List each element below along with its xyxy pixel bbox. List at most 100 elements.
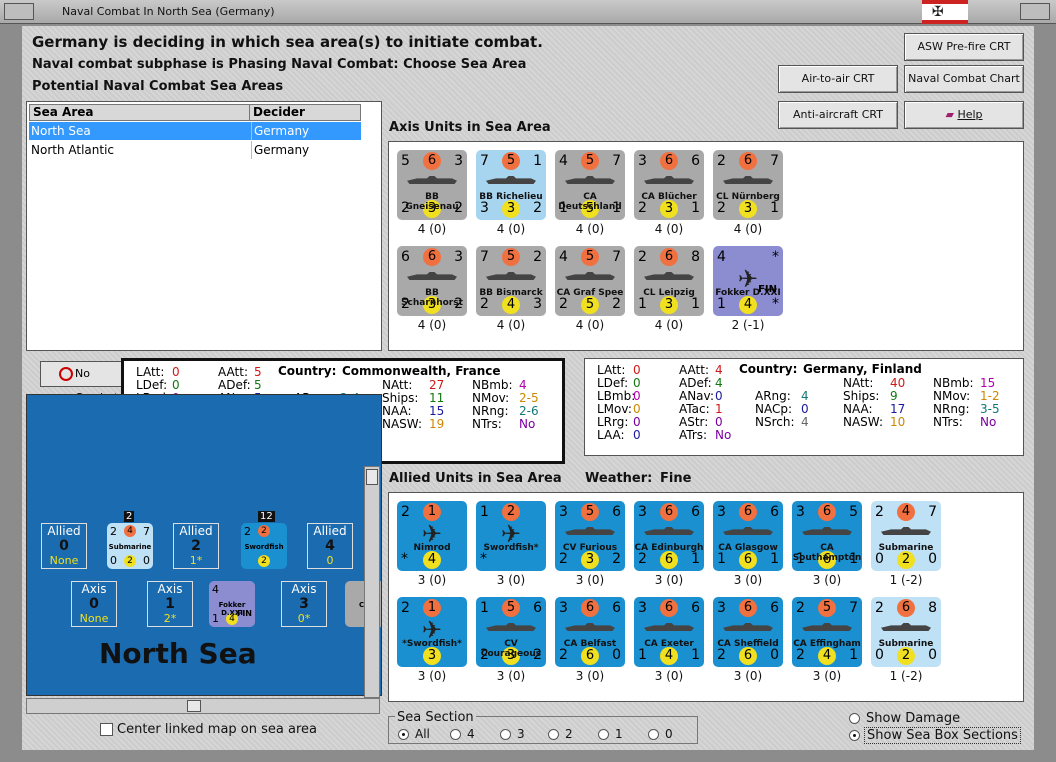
- map-vertical-scrollbar[interactable]: [364, 466, 380, 698]
- move-value: 2: [533, 200, 542, 216]
- sea-box-side: Allied: [47, 524, 81, 538]
- unit-counter[interactable]: 2 7 2 1 5 4 CA Effingham: [792, 597, 862, 667]
- stat-value-nrng: 2-6: [519, 404, 539, 418]
- sea-section-radio-1[interactable]: [598, 729, 609, 740]
- help-button[interactable]: ▰ Help: [904, 101, 1024, 129]
- close-button[interactable]: [1020, 3, 1050, 20]
- show-sections-radio[interactable]: [849, 730, 860, 741]
- map-unit-counter[interactable]: 2 2 2 Swordfish 12: [241, 511, 287, 569]
- unit-counter[interactable]: 2 1 3 ✈ *Swordfish*: [397, 597, 467, 667]
- unit-counter[interactable]: 2 8 1 1 6 3 CL Leipzig: [634, 246, 704, 316]
- unit-name: CV Courageous: [480, 639, 542, 659]
- sea-box[interactable]: Axis 1 2*: [147, 581, 193, 627]
- unit-nation-tag: FIN: [758, 284, 777, 295]
- unit-name: Swordfish: [244, 543, 284, 551]
- move-value: 1: [770, 551, 779, 567]
- stat-value-ntrs: No: [519, 417, 536, 431]
- attack-value: 6: [401, 249, 410, 265]
- stat-label-natt: NAtt:: [843, 376, 874, 390]
- sea-section-radio-4[interactable]: [450, 729, 461, 740]
- surface-factor-badge: 6: [739, 599, 757, 617]
- unit-counter[interactable]: 2 7 0 0 4 2 Submarine: [871, 501, 941, 571]
- unit-counter[interactable]: 3 5 1 1 6 6 CA Southampton: [792, 501, 862, 571]
- unit-counter[interactable]: 3 6 2 0 6 6 CA Sheffield: [713, 597, 783, 667]
- scroll-thumb[interactable]: [187, 700, 201, 712]
- center-map-checkbox[interactable]: [100, 723, 113, 736]
- unit-strength-caption: 4 (0): [575, 318, 605, 332]
- anti-aircraft-crt-button[interactable]: Anti-aircraft CRT: [778, 101, 898, 129]
- sea-box-side: Allied: [313, 524, 347, 538]
- column-header-sea-area[interactable]: Sea Area: [29, 104, 251, 121]
- defense-value: 2: [717, 647, 726, 663]
- sea-section-radio-0[interactable]: [648, 729, 659, 740]
- sea-box-count: 0: [59, 538, 69, 554]
- sea-section-radio-2[interactable]: [548, 729, 559, 740]
- unit-strength-caption: 3 (0): [417, 669, 447, 683]
- country-value: Commonwealth, France: [342, 364, 501, 378]
- unit-counter[interactable]: 3 6 2 1 6 6 CA Edinburgh: [634, 501, 704, 571]
- table-row[interactable]: North Atlantic Germany: [29, 141, 361, 159]
- axis-stats-panel: LAtt: 0 LDef: 0 LBmb: 0 LMov: 0 LRrg: 0 LAA: 0 AAtt:…: [584, 358, 1024, 456]
- unit-strength-caption: 3 (0): [812, 573, 842, 587]
- air-to-air-crt-button[interactable]: Air-to-air CRT: [778, 65, 898, 93]
- aa-factor-badge: 3: [739, 200, 757, 218]
- menu-button[interactable]: [4, 3, 34, 20]
- sea-box[interactable]: Allied 4 0: [307, 523, 353, 569]
- sea-box-count: 0: [89, 596, 99, 612]
- map-unit-counter[interactable]: 4 1 4 Fokker D.XXI FIN: [209, 581, 255, 627]
- show-damage-radio[interactable]: [849, 713, 860, 724]
- stat-label-astr: AStr:: [679, 415, 709, 429]
- unit-name: Submarine: [878, 639, 934, 649]
- unit-strength-caption: 3 (0): [496, 573, 526, 587]
- unit-counter[interactable]: 1 6 2 2 5 3 CV Courageous: [476, 597, 546, 667]
- sea-area-map[interactable]: North Sea Allied 0 None Allied 2 1* Allied 4 0 Ax…: [26, 394, 382, 696]
- asw-prefire-crt-button[interactable]: ASW Pre-fire CRT: [904, 33, 1024, 61]
- naval-combat-chart-button[interactable]: Naval Combat Chart: [904, 65, 1024, 93]
- stat-label-atrs: ATrs:: [679, 428, 708, 442]
- column-header-decider[interactable]: Decider: [249, 104, 361, 121]
- unit-counter[interactable]: 3 6 2 0 6 6 CA Belfast: [555, 597, 625, 667]
- unit-counter[interactable]: 2 7 2 1 6 3 CL Nürnberg: [713, 150, 783, 220]
- defense-value: 1: [717, 551, 726, 567]
- sea-box[interactable]: Axis 0 None: [71, 581, 117, 627]
- table-row[interactable]: North Sea Germany: [29, 122, 361, 140]
- unit-counter[interactable]: 3 6 2 2 5 3 CV Furious: [555, 501, 625, 571]
- germany-flag-icon: ✠: [922, 0, 968, 24]
- stat-value-ships: 11: [429, 391, 445, 405]
- unit-counter[interactable]: 6 3 2 2 6 3 BB Scharnhorst: [397, 246, 467, 316]
- stat-value-nbmb: 4: [519, 378, 527, 392]
- unit-strength-caption: 3 (0): [496, 669, 526, 683]
- unit-counter[interactable]: 2 8 0 0 6 2 Submarine: [871, 597, 941, 667]
- unit-counter[interactable]: 7 2 2 3 5 4 BB Bismarck: [476, 246, 546, 316]
- surface-factor-badge: 6: [660, 248, 678, 266]
- map-horizontal-scrollbar[interactable]: [26, 698, 380, 714]
- no-entry-icon: [59, 367, 73, 381]
- unit-counter[interactable]: 4 * 1 * 4 ✈ Fokker D.XXI FIN: [713, 246, 783, 316]
- sea-section-radio-3[interactable]: [500, 729, 511, 740]
- surface-factor-badge: 5: [581, 152, 599, 170]
- stat-label-latt: LAtt:: [597, 363, 626, 377]
- sea-box[interactable]: Axis 3 0*: [281, 581, 327, 627]
- stat-label-nrng: NRng:: [472, 404, 509, 418]
- attack-value: 2: [110, 525, 117, 538]
- attack-value: 3: [796, 504, 805, 520]
- defense-value: 2: [796, 647, 805, 663]
- map-unit-counter[interactable]: 2 7 4 0 0 2 Submarine 2: [107, 511, 153, 569]
- unit-counter[interactable]: 5 3 2 2 6 3 BB Gneisenau: [397, 150, 467, 220]
- unit-counter[interactable]: 7 1 3 2 5 3 BB Richelieu: [476, 150, 546, 220]
- unit-counter[interactable]: 1 * 2 ✈ Swordfish*: [476, 501, 546, 571]
- surface-factor-badge: 2: [502, 503, 520, 521]
- sea-box[interactable]: Allied 0 None: [41, 523, 87, 569]
- unit-counter[interactable]: 2 * 1 4 ✈ Nimrod: [397, 501, 467, 571]
- sea-box[interactable]: Allied 2 1*: [173, 523, 219, 569]
- sea-area-cell: North Atlantic: [31, 143, 115, 157]
- unit-counter[interactable]: 4 7 1 1 5 5 CA Deutschland: [555, 150, 625, 220]
- no-combat-button[interactable]: No Combat: [40, 361, 130, 404]
- sea-section-radio-all[interactable]: [398, 729, 409, 740]
- unit-counter[interactable]: 3 6 1 1 6 6 CA Glasgow: [713, 501, 783, 571]
- unit-counter[interactable]: 3 6 2 1 6 3 CA Blücher: [634, 150, 704, 220]
- scroll-thumb[interactable]: [366, 469, 378, 485]
- unit-counter[interactable]: 4 7 2 2 5 5 CA Graf Spee: [555, 246, 625, 316]
- move-value: 0: [612, 647, 621, 663]
- unit-counter[interactable]: 3 6 1 1 6 4 CA Exeter: [634, 597, 704, 667]
